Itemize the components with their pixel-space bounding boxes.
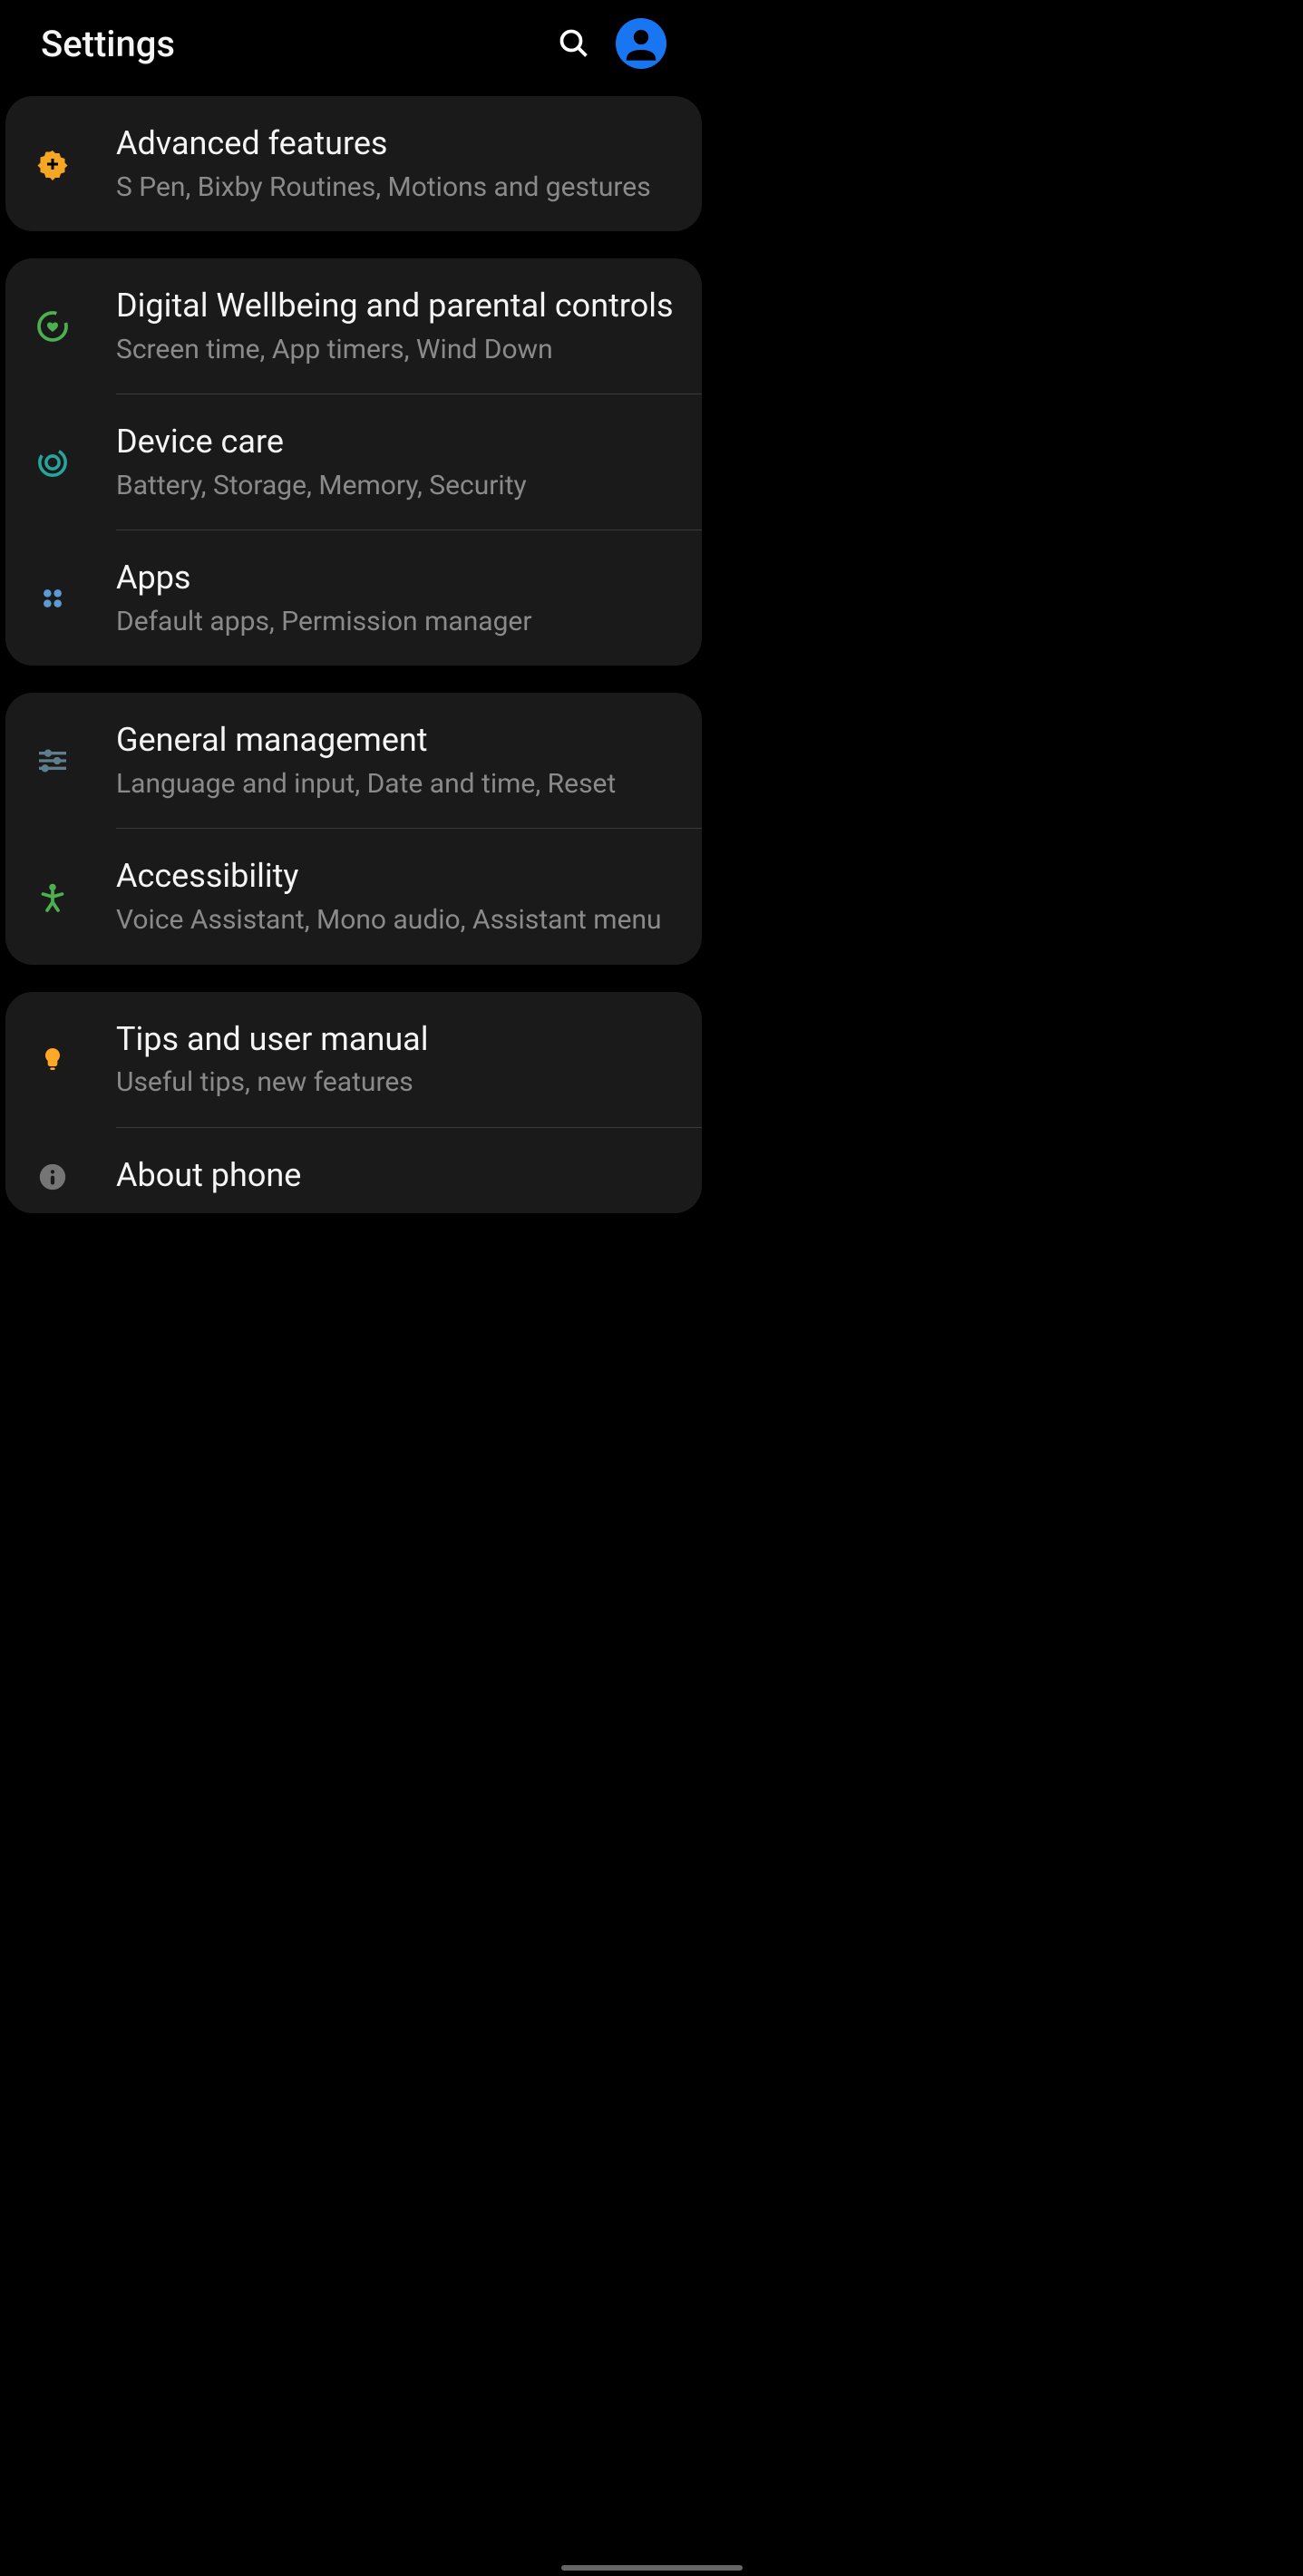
lightbulb-icon	[33, 1039, 73, 1079]
account-icon	[616, 18, 666, 69]
info-icon	[33, 1157, 73, 1197]
item-digital-wellbeing[interactable]: Digital Wellbeing and parental controls …	[5, 258, 702, 394]
search-icon	[558, 27, 590, 60]
item-title: Apps	[116, 556, 682, 600]
item-text: About phone	[116, 1153, 682, 1201]
item-tips[interactable]: Tips and user manual Useful tips, new fe…	[5, 992, 702, 1127]
gear-plus-icon	[33, 144, 73, 184]
refresh-circle-icon	[33, 442, 73, 482]
item-apps[interactable]: Apps Default apps, Permission manager	[5, 530, 702, 666]
nav-handle[interactable]	[561, 2565, 743, 2571]
item-text: General management Language and input, D…	[116, 718, 682, 802]
item-accessibility[interactable]: Accessibility Voice Assistant, Mono audi…	[5, 829, 702, 964]
item-title: Device care	[116, 420, 682, 464]
heart-circle-icon	[33, 306, 73, 346]
account-button[interactable]	[616, 18, 666, 69]
header-actions	[558, 18, 666, 69]
item-advanced-features[interactable]: Advanced features S Pen, Bixby Routines,…	[5, 96, 702, 231]
item-subtitle: Useful tips, new features	[116, 1064, 682, 1102]
item-subtitle: Screen time, App timers, Wind Down	[116, 332, 682, 369]
item-text: Device care Battery, Storage, Memory, Se…	[116, 420, 682, 504]
item-title: About phone	[116, 1153, 682, 1198]
settings-group: Advanced features S Pen, Bixby Routines,…	[5, 96, 702, 231]
page-title: Settings	[41, 23, 175, 65]
item-text: Advanced features S Pen, Bixby Routines,…	[116, 122, 682, 206]
item-device-care[interactable]: Device care Battery, Storage, Memory, Se…	[5, 394, 702, 530]
settings-group: General management Language and input, D…	[5, 693, 702, 964]
search-button[interactable]	[558, 27, 590, 60]
item-text: Accessibility Voice Assistant, Mono audi…	[116, 854, 682, 938]
settings-group: Tips and user manual Useful tips, new fe…	[5, 992, 702, 1214]
settings-group: Digital Wellbeing and parental controls …	[5, 258, 702, 666]
item-text: Apps Default apps, Permission manager	[116, 556, 682, 640]
item-subtitle: Voice Assistant, Mono audio, Assistant m…	[116, 902, 682, 939]
app-header: Settings	[0, 0, 707, 96]
item-subtitle: S Pen, Bixby Routines, Motions and gestu…	[116, 170, 682, 207]
grid-dots-icon	[33, 578, 73, 618]
item-about-phone[interactable]: About phone	[5, 1128, 702, 1214]
item-subtitle: Language and input, Date and time, Reset	[116, 766, 682, 803]
item-title: Advanced features	[116, 122, 682, 166]
item-general-management[interactable]: General management Language and input, D…	[5, 693, 702, 828]
item-subtitle: Battery, Storage, Memory, Security	[116, 468, 682, 505]
item-text: Digital Wellbeing and parental controls …	[116, 284, 682, 368]
sliders-icon	[33, 741, 73, 781]
item-text: Tips and user manual Useful tips, new fe…	[116, 1017, 682, 1102]
item-title: Digital Wellbeing and parental controls	[116, 284, 682, 328]
item-title: Tips and user manual	[116, 1017, 682, 1062]
person-arms-icon	[33, 877, 73, 917]
item-title: Accessibility	[116, 854, 682, 899]
item-title: General management	[116, 718, 682, 763]
item-subtitle: Default apps, Permission manager	[116, 604, 682, 641]
